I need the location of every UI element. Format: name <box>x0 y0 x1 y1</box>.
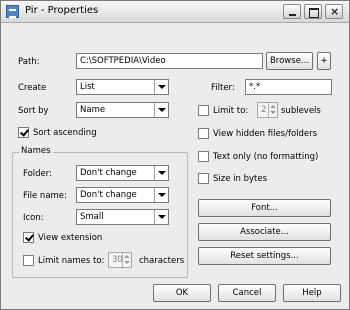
file-name-label: File name: <box>23 191 67 201</box>
filter-input[interactable]: *.* <box>245 79 332 95</box>
create-select[interactable]: List <box>76 79 169 95</box>
spinner-arrows-icon[interactable] <box>268 103 277 117</box>
create-select-value: List <box>80 82 95 92</box>
filter-label: Filter: <box>211 83 235 93</box>
close-icon: × <box>330 5 340 18</box>
size-in-bytes-label: Size in bytes <box>213 174 268 184</box>
view-extension-label: View extension <box>38 233 103 243</box>
maximize-button[interactable] <box>304 4 322 19</box>
view-hidden-label: View hidden files/folders <box>213 129 318 139</box>
limit-names-spinner[interactable]: 30 <box>108 252 132 268</box>
reset-settings-button[interactable]: Reset settings... <box>198 247 331 265</box>
limit-names-checkbox[interactable] <box>23 255 34 266</box>
spinner-arrows-icon[interactable] <box>122 253 131 267</box>
chevron-down-icon[interactable] <box>154 103 168 117</box>
close-button[interactable]: × <box>325 4 343 19</box>
window-title: Pir - Properties <box>25 5 99 16</box>
folder-select[interactable]: Don't change <box>76 165 169 181</box>
limit-to-value: 2 <box>261 105 267 115</box>
chevron-down-icon[interactable] <box>154 188 168 202</box>
chevron-down-icon[interactable] <box>154 210 168 224</box>
add-path-button[interactable]: + <box>317 52 331 70</box>
icon-select-value: Small <box>80 212 104 222</box>
characters-label: characters <box>139 256 185 266</box>
path-input[interactable]: C:\SOFTPEDIA\Video <box>76 53 263 69</box>
path-label: Path: <box>18 57 40 67</box>
limit-to-checkbox[interactable] <box>198 105 209 116</box>
icon-label: Icon: <box>23 213 44 223</box>
app-icon <box>6 5 19 18</box>
view-hidden-checkbox[interactable] <box>198 128 209 139</box>
sort-by-label: Sort by <box>18 106 49 116</box>
chevron-down-icon[interactable] <box>154 80 168 94</box>
create-label: Create <box>18 83 47 93</box>
ok-button[interactable]: OK <box>153 284 211 302</box>
file-name-select[interactable]: Don't change <box>76 187 169 203</box>
names-group-title: Names <box>19 146 53 156</box>
properties-window: Pir - Properties × Path: C:\SOFTPEDIA\Vi… <box>0 0 350 310</box>
file-name-select-value: Don't change <box>80 190 137 200</box>
sort-by-select-value: Name <box>80 105 106 115</box>
sublevels-label: sublevels <box>281 106 321 116</box>
sort-ascending-checkbox[interactable] <box>18 127 29 138</box>
browse-button[interactable]: Browse... <box>266 52 313 70</box>
folder-label: Folder: <box>23 169 52 179</box>
associate-button[interactable]: Associate... <box>198 223 331 241</box>
cancel-button[interactable]: Cancel <box>218 284 276 302</box>
chevron-down-icon[interactable] <box>154 166 168 180</box>
title-bar[interactable]: Pir - Properties × <box>1 1 349 23</box>
help-button[interactable]: Help <box>283 284 341 302</box>
text-only-checkbox[interactable] <box>198 151 209 162</box>
sort-by-select[interactable]: Name <box>76 102 169 118</box>
icon-select[interactable]: Small <box>76 209 169 225</box>
limit-names-label: Limit names to: <box>38 256 105 266</box>
minimize-button[interactable] <box>283 4 301 19</box>
sort-ascending-label: Sort ascending <box>33 128 97 138</box>
limit-to-label: Limit to: <box>213 106 249 116</box>
size-in-bytes-checkbox[interactable] <box>198 173 209 184</box>
limit-to-spinner[interactable]: 2 <box>257 102 278 118</box>
font-button[interactable]: Font... <box>198 199 331 217</box>
view-extension-checkbox[interactable] <box>23 232 34 243</box>
folder-select-value: Don't change <box>80 168 137 178</box>
text-only-label: Text only (no formatting) <box>213 152 319 162</box>
